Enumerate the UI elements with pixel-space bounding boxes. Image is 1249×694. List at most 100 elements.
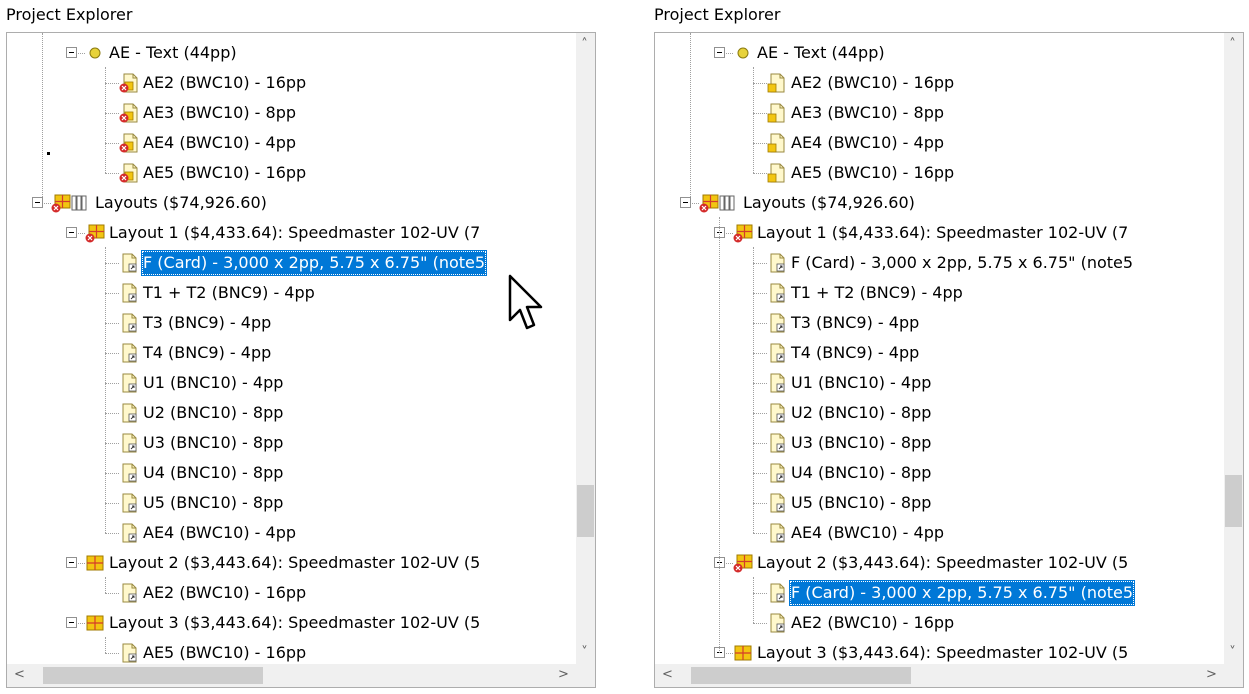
tree-line [753, 143, 767, 144]
tree-node-layouts-74-926-60[interactable]: Layouts ($74,926.60) [7, 189, 577, 217]
tree-node-layout-3-3-443-64-speedmaster-102-uv-5[interactable]: Layout 3 ($3,443.64): Speedmaster 102-UV… [655, 639, 1225, 665]
tree-node-ae2-bwc10-16pp[interactable]: AE2 (BWC10) - 16pp [7, 579, 577, 607]
tree-node-ae2-bwc10-16pp[interactable]: AE2 (BWC10) - 16pp [655, 609, 1225, 637]
page-link-icon [767, 493, 787, 513]
tree-node-label: T4 (BNC9) - 4pp [791, 343, 920, 362]
horizontal-scroll-thumb[interactable] [43, 667, 263, 684]
tree-node-u4-bnc10-8pp[interactable]: U4 (BNC10) - 8pp [7, 459, 577, 487]
tree-line [719, 217, 720, 653]
panel-title: Project Explorer [654, 5, 781, 24]
tree-node-ae4-bwc10-4pp[interactable]: AE4 (BWC10) - 4pp [655, 129, 1225, 157]
tree-node-ae3-bwc10-8pp[interactable]: AE3 (BWC10) - 8pp [7, 99, 577, 127]
tree-line [105, 533, 119, 534]
scroll-up-icon[interactable]: ˄ [576, 37, 593, 53]
tree-node-layout-1-4-433-64-speedmaster-102-uv-7[interactable]: Layout 1 ($4,433.64): Speedmaster 102-UV… [7, 219, 577, 247]
tree-node-label: T4 (BNC9) - 4pp [143, 343, 272, 362]
tree-view[interactable]: AE - Text (44pp) AE2 (BWC10) - 16pp AE3 (B… [654, 32, 1244, 688]
collapse-toggle-icon[interactable] [66, 557, 77, 568]
tree-node-ae2-bwc10-16pp[interactable]: AE2 (BWC10) - 16pp [7, 69, 577, 97]
layout-icon [733, 643, 753, 663]
scroll-down-icon[interactable]: ˅ [1224, 645, 1241, 661]
tree-line [105, 503, 119, 504]
tree-node-t3-bnc9-4pp[interactable]: T3 (BNC9) - 4pp [7, 309, 577, 337]
scroll-down-icon[interactable]: ˅ [576, 645, 593, 661]
tree-node-u5-bnc10-8pp[interactable]: U5 (BNC10) - 8pp [7, 489, 577, 517]
tree-node-label: Layout 2 ($3,443.64): Speedmaster 102-UV… [757, 553, 1129, 572]
status-dot-icon [733, 43, 753, 63]
tree-node-label: AE4 (BWC10) - 4pp [791, 133, 944, 152]
tree-node-layout-3-3-443-64-speedmaster-102-uv-5[interactable]: Layout 3 ($3,443.64): Speedmaster 102-UV… [7, 609, 577, 637]
horizontal-scrollbar[interactable]: < > [655, 664, 1225, 687]
tree-node-f-card-3-000-x-2pp-5-75-x-6-75-note5[interactable]: F (Card) - 3,000 x 2pp, 5.75 x 6.75" (no… [655, 249, 1225, 277]
tree-node-u2-bnc10-8pp[interactable]: U2 (BNC10) - 8pp [7, 399, 577, 427]
collapse-toggle-icon[interactable] [66, 227, 77, 238]
scroll-left-icon[interactable]: < [11, 667, 28, 683]
page-icon [767, 163, 787, 183]
collapse-toggle-icon[interactable] [714, 47, 725, 58]
tree-node-label: U3 (BNC10) - 8pp [791, 433, 932, 452]
tree-node-u3-bnc10-8pp[interactable]: U3 (BNC10) - 8pp [7, 429, 577, 457]
tree-node-label: Layout 2 ($3,443.64): Speedmaster 102-UV… [109, 553, 481, 572]
tree-node-u5-bnc10-8pp[interactable]: U5 (BNC10) - 8pp [655, 489, 1225, 517]
collapse-toggle-icon[interactable] [680, 197, 691, 208]
scroll-up-icon[interactable]: ˄ [1224, 37, 1241, 53]
tree-node-label: U4 (BNC10) - 8pp [791, 463, 932, 482]
tree-node-f-card-3-000-x-2pp-5-75-x-6-75-note5[interactable]: F (Card) - 3,000 x 2pp, 5.75 x 6.75" (no… [655, 579, 1225, 607]
tree-node-ae5-bwc10-16pp[interactable]: AE5 (BWC10) - 16pp [655, 159, 1225, 187]
tree-node-u4-bnc10-8pp[interactable]: U4 (BNC10) - 8pp [655, 459, 1225, 487]
project-explorer-panel-before: Project Explorer AE - Text (44pp) AE2 (BW… [0, 0, 602, 694]
tree-node-t4-bnc9-4pp[interactable]: T4 (BNC9) - 4pp [7, 339, 577, 367]
vertical-scroll-thumb[interactable] [577, 485, 594, 537]
scroll-right-icon[interactable]: > [1203, 667, 1220, 683]
tree-node-u1-bnc10-4pp[interactable]: U1 (BNC10) - 4pp [655, 369, 1225, 397]
tree-node-label: AE4 (BWC10) - 4pp [143, 523, 296, 542]
tree-node-ae-text-44pp[interactable]: AE - Text (44pp) [655, 39, 1225, 67]
tree-node-ae3-bwc10-8pp[interactable]: AE3 (BWC10) - 8pp [655, 99, 1225, 127]
tree-line [105, 323, 119, 324]
tree-node-t1-t2-bnc9-4pp[interactable]: T1 + T2 (BNC9) - 4pp [655, 279, 1225, 307]
page-link-icon [119, 403, 139, 423]
horizontal-scrollbar[interactable]: < > [7, 664, 577, 687]
vertical-scrollbar[interactable]: ˄ ˅ [1224, 33, 1243, 665]
tree-node-ae4-bwc10-4pp[interactable]: AE4 (BWC10) - 4pp [655, 519, 1225, 547]
tree-node-u3-bnc10-8pp[interactable]: U3 (BNC10) - 8pp [655, 429, 1225, 457]
page-link-icon [119, 523, 139, 543]
tree-node-ae-text-44pp[interactable]: AE - Text (44pp) [7, 39, 577, 67]
tree-node-u1-bnc10-4pp[interactable]: U1 (BNC10) - 4pp [7, 369, 577, 397]
vertical-scrollbar[interactable]: ˄ ˅ [576, 33, 595, 665]
tree-node-t1-t2-bnc9-4pp[interactable]: T1 + T2 (BNC9) - 4pp [7, 279, 577, 307]
tree-line [753, 443, 767, 444]
collapse-toggle-icon[interactable] [66, 47, 77, 58]
tree-node-ae2-bwc10-16pp[interactable]: AE2 (BWC10) - 16pp [655, 69, 1225, 97]
layout-error-icon [733, 553, 753, 573]
tree-node-layout-1-4-433-64-speedmaster-102-uv-7[interactable]: Layout 1 ($4,433.64): Speedmaster 102-UV… [655, 219, 1225, 247]
tree-node-ae5-bwc10-16pp[interactable]: AE5 (BWC10) - 16pp [7, 639, 577, 665]
tree-line [753, 263, 767, 264]
tree-node-ae4-bwc10-4pp[interactable]: AE4 (BWC10) - 4pp [7, 519, 577, 547]
tree-node-ae4-bwc10-4pp[interactable]: AE4 (BWC10) - 4pp [7, 129, 577, 157]
collapse-toggle-icon[interactable] [32, 197, 43, 208]
tree-view[interactable]: AE - Text (44pp) AE2 (BWC10) - 16pp AE3 (B… [6, 32, 596, 688]
tree-node-layout-2-3-443-64-speedmaster-102-uv-5[interactable]: Layout 2 ($3,443.64): Speedmaster 102-UV… [7, 549, 577, 577]
page-link-icon [767, 613, 787, 633]
tree-node-u2-bnc10-8pp[interactable]: U2 (BNC10) - 8pp [655, 399, 1225, 427]
tree-node-layouts-74-926-60[interactable]: Layouts ($74,926.60) [655, 189, 1225, 217]
vertical-scroll-thumb[interactable] [1225, 475, 1242, 527]
page-link-icon [119, 253, 139, 273]
scroll-right-icon[interactable]: > [555, 667, 572, 683]
scroll-left-icon[interactable]: < [659, 667, 676, 683]
layout-icon [85, 613, 105, 633]
tree-node-t3-bnc9-4pp[interactable]: T3 (BNC9) - 4pp [655, 309, 1225, 337]
tree-content: AE - Text (44pp) AE2 (BWC10) - 16pp AE3 (B… [7, 33, 577, 665]
tree-node-t4-bnc9-4pp[interactable]: T4 (BNC9) - 4pp [655, 339, 1225, 367]
layout-icon [85, 553, 105, 573]
tree-node-f-card-3-000-x-2pp-5-75-x-6-75-note5[interactable]: F (Card) - 3,000 x 2pp, 5.75 x 6.75" (no… [7, 249, 577, 277]
tree-line [753, 247, 754, 533]
tree-node-layout-2-3-443-64-speedmaster-102-uv-5[interactable]: Layout 2 ($3,443.64): Speedmaster 102-UV… [655, 549, 1225, 577]
horizontal-scroll-thumb[interactable] [691, 667, 911, 684]
scrollbar-corner [576, 664, 595, 687]
tree-line [753, 473, 767, 474]
collapse-toggle-icon[interactable] [66, 617, 77, 628]
tree-node-label: U5 (BNC10) - 8pp [143, 493, 284, 512]
tree-node-ae5-bwc10-16pp[interactable]: AE5 (BWC10) - 16pp [7, 159, 577, 187]
